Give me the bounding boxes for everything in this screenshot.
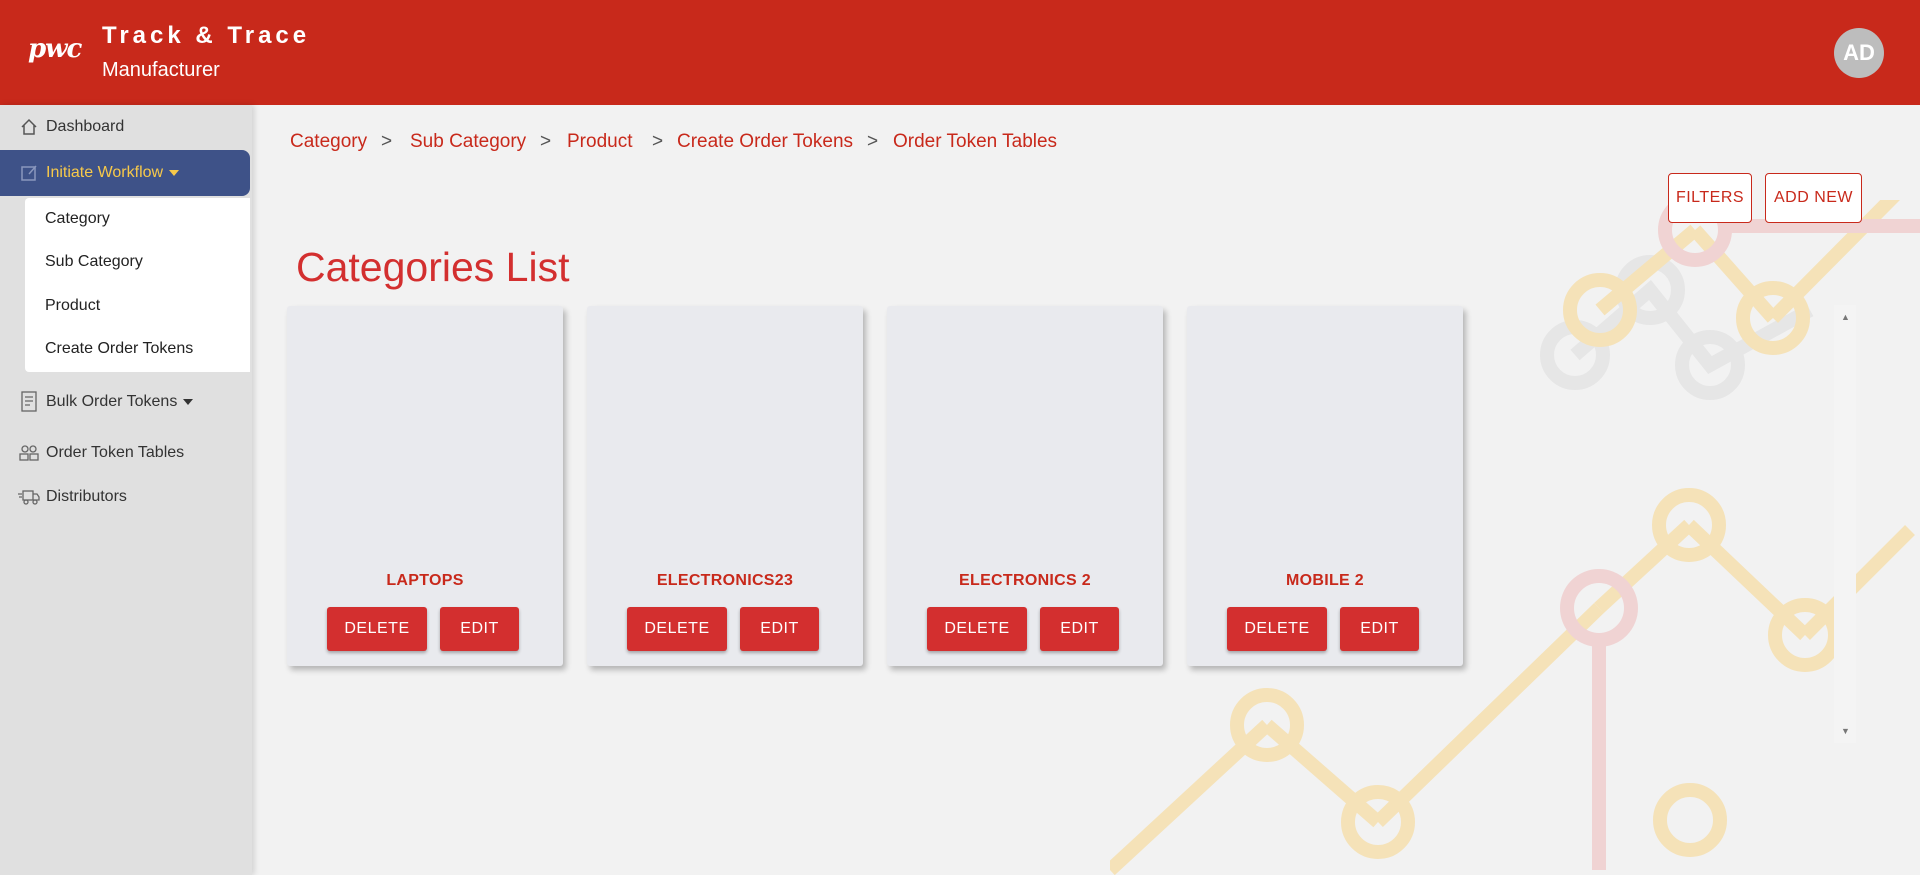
app-header: pwc Track & Trace Manufacturer AD bbox=[0, 0, 1920, 105]
category-name: ELECTRONICS 2 bbox=[959, 572, 1091, 589]
category-card: ELECTRONICS23 DELETE EDIT bbox=[587, 306, 863, 666]
sidebar-item-initiate-workflow[interactable]: Initiate Workflow bbox=[0, 150, 250, 196]
user-avatar[interactable]: AD bbox=[1834, 28, 1884, 78]
delete-button[interactable]: DELETE bbox=[627, 607, 727, 651]
pwc-logo[interactable]: pwc bbox=[28, 34, 82, 64]
app-subtitle: Manufacturer bbox=[102, 59, 220, 81]
scroll-down-icon[interactable]: ▼ bbox=[1841, 726, 1850, 736]
vertical-scrollbar[interactable] bbox=[1834, 305, 1856, 743]
breadcrumb-create-order-tokens[interactable]: Create Order Tokens bbox=[677, 131, 853, 153]
truck-icon bbox=[18, 486, 40, 508]
chevron-down-icon bbox=[183, 399, 194, 405]
sidebar-item-label: Bulk Order Tokens bbox=[46, 393, 178, 410]
scroll-up-icon[interactable]: ▲ bbox=[1841, 312, 1850, 322]
category-card: ELECTRONICS 2 DELETE EDIT bbox=[887, 306, 1163, 666]
sidebar-item-dashboard[interactable]: Dashboard bbox=[0, 107, 252, 147]
sidebar-item-distributors[interactable]: Distributors bbox=[0, 477, 252, 517]
filters-button[interactable]: FILTERS bbox=[1668, 173, 1752, 223]
breadcrumb-sub-category[interactable]: Sub Category bbox=[410, 131, 526, 153]
submenu-item-sub-category[interactable]: Sub Category bbox=[45, 253, 143, 271]
edit-button[interactable]: EDIT bbox=[440, 607, 519, 651]
breadcrumb-separator: > bbox=[652, 131, 664, 152]
delete-button[interactable]: DELETE bbox=[1227, 607, 1327, 651]
submenu-item-category[interactable]: Category bbox=[45, 210, 110, 228]
app-title: Track & Trace bbox=[102, 22, 311, 49]
submenu-item-create-order-tokens[interactable]: Create Order Tokens bbox=[45, 340, 193, 358]
delete-button[interactable]: DELETE bbox=[327, 607, 427, 651]
submenu-item-product[interactable]: Product bbox=[45, 297, 100, 315]
breadcrumb-category[interactable]: Category bbox=[290, 131, 367, 153]
add-new-button[interactable]: ADD NEW bbox=[1765, 173, 1862, 223]
sidebar-item-order-token-tables[interactable]: Order Token Tables bbox=[0, 433, 252, 473]
home-icon bbox=[18, 116, 40, 138]
sidebar-item-label: Order Token Tables bbox=[46, 444, 185, 461]
breadcrumb-order-token-tables[interactable]: Order Token Tables bbox=[893, 131, 1057, 153]
delete-button[interactable]: DELETE bbox=[927, 607, 1027, 651]
sidebar-item-label: Dashboard bbox=[46, 118, 125, 135]
sidebar-item-bulk-order-tokens[interactable]: Bulk Order Tokens bbox=[0, 382, 252, 422]
breadcrumb-product[interactable]: Product bbox=[567, 131, 632, 153]
breadcrumb-separator: > bbox=[540, 131, 552, 152]
document-icon bbox=[18, 391, 40, 413]
chevron-down-icon bbox=[169, 170, 180, 176]
edit-icon bbox=[18, 162, 40, 184]
users-icon bbox=[18, 442, 40, 464]
page-title: Categories List bbox=[296, 244, 570, 290]
category-name: MOBILE 2 bbox=[1286, 572, 1364, 589]
breadcrumb-separator: > bbox=[381, 131, 393, 152]
edit-button[interactable]: EDIT bbox=[1040, 607, 1119, 651]
category-card: LAPTOPS DELETE EDIT bbox=[287, 306, 563, 666]
sidebar-item-label: Initiate Workflow bbox=[46, 164, 164, 181]
category-name: LAPTOPS bbox=[386, 572, 464, 589]
category-card: MOBILE 2 DELETE EDIT bbox=[1187, 306, 1463, 666]
initiate-workflow-submenu: Category Sub Category Product Create Ord… bbox=[25, 198, 250, 372]
edit-button[interactable]: EDIT bbox=[1340, 607, 1419, 651]
edit-button[interactable]: EDIT bbox=[740, 607, 819, 651]
sidebar-item-label: Distributors bbox=[46, 488, 127, 505]
breadcrumb-separator: > bbox=[867, 131, 879, 152]
category-name: ELECTRONICS23 bbox=[656, 572, 794, 589]
